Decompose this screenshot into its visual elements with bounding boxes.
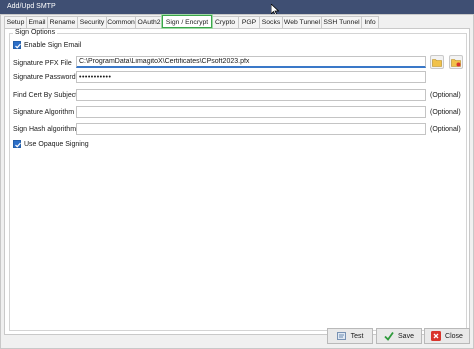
dialog-window: Setup Email Rename Security Common OAuth… [0,14,474,349]
folder-icon [432,58,442,67]
title-bar: Add/Upd SMTP [0,0,474,14]
checkbox-checked-icon [13,41,21,49]
test-button[interactable]: Test [327,328,373,344]
sign-options-group: Sign Options Enable Sign Email Signature… [9,29,467,331]
hash-algorithm-label: Sign Hash algorithm [13,126,77,133]
tab-email[interactable]: Email [26,16,48,28]
hash-algorithm-input[interactable] [76,123,426,135]
hash-algorithm-optional: (Optional) [430,126,461,133]
tab-common[interactable]: Common [106,16,136,28]
tab-panel-sign-encrypt: Sign Options Enable Sign Email Signature… [4,28,470,335]
tab-pgp[interactable]: PGP [238,16,260,28]
sig-algorithm-input[interactable] [76,106,426,118]
checkmark-icon [384,331,394,341]
tab-socks[interactable]: Socks [259,16,283,28]
tab-crypto[interactable]: Crypto [211,16,239,28]
cert-by-subject-label: Find Cert By Subject [13,92,78,99]
window-title: Add/Upd SMTP [7,3,56,10]
tab-oauth2[interactable]: OAuth2 [135,16,163,28]
password-label: Signature Password [13,74,76,81]
test-icon [336,332,346,340]
sig-algorithm-optional: (Optional) [430,109,461,116]
password-input[interactable] [76,71,426,83]
tab-web-tunnel[interactable]: Web Tunnel [282,16,322,28]
sig-algorithm-label: Signature Algorithm [13,109,75,116]
tab-ssh-tunnel[interactable]: SSH Tunnel [321,16,362,28]
tab-strip: Setup Email Rename Security Common OAuth… [4,14,379,29]
cert-by-subject-optional: (Optional) [430,92,461,99]
pfx-file-label: Signature PFX File [13,60,72,67]
checkbox-checked-icon [13,140,21,148]
cert-by-subject-input[interactable] [76,89,426,101]
close-icon [431,331,442,341]
tab-security[interactable]: Security [77,16,107,28]
save-button[interactable]: Save [376,328,422,344]
folder-clear-icon [451,58,461,67]
clear-pfx-button[interactable] [449,55,463,69]
tab-sign-encrypt[interactable]: Sign / Encrypt [161,14,213,29]
enable-sign-email-checkbox[interactable]: Enable Sign Email [13,41,81,49]
opaque-signing-checkbox[interactable]: Use Opaque Signing [13,140,89,148]
close-button[interactable]: Close [424,328,470,344]
group-title: Sign Options [13,29,58,36]
pfx-file-input[interactable] [76,56,426,68]
tab-setup[interactable]: Setup [4,16,27,28]
tab-info[interactable]: Info [361,16,379,28]
browse-pfx-button[interactable] [430,55,444,69]
tab-rename[interactable]: Rename [47,16,78,28]
